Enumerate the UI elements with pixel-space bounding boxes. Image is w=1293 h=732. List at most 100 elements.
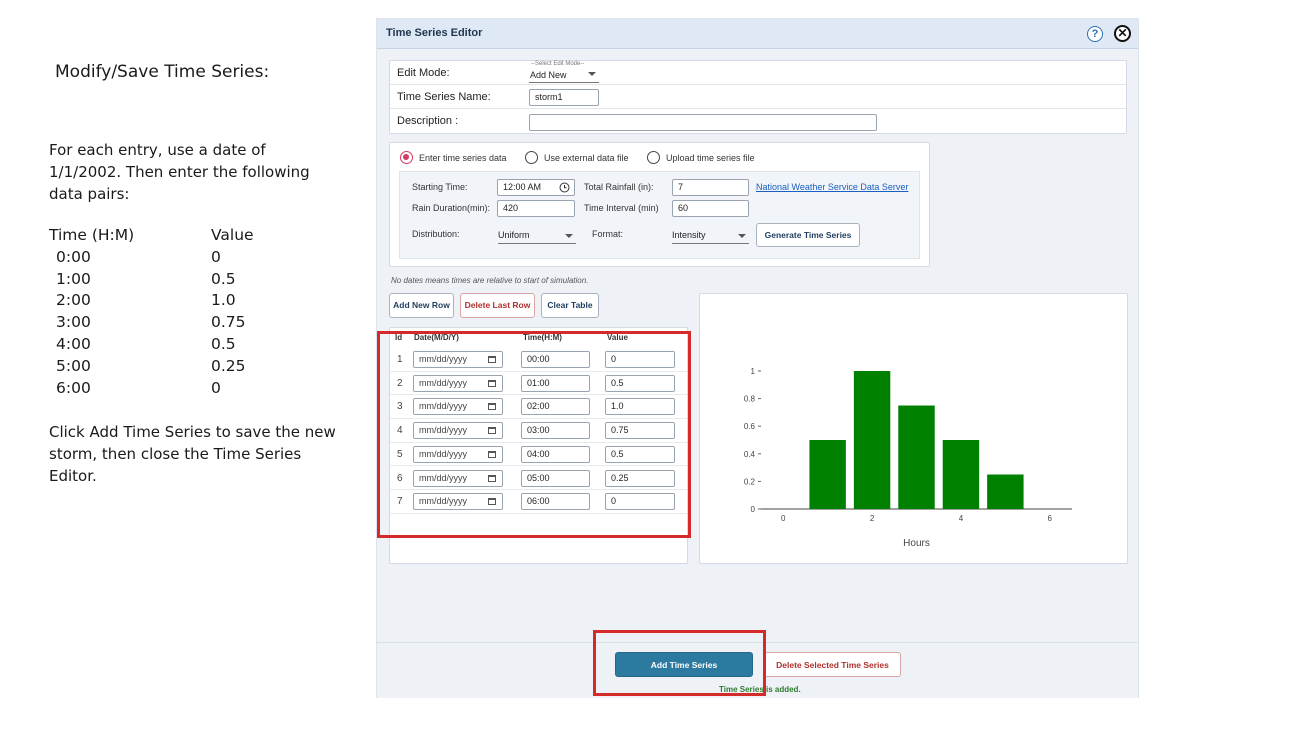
y-tick-label: 0.4 — [744, 450, 756, 459]
starting-time-value: 12:00 AM — [503, 182, 542, 192]
time-series-editor-dialog: Time Series Editor ? ✕ Edit Mode: --Sele… — [376, 18, 1139, 698]
edit-mode-label: Edit Mode: — [397, 67, 450, 79]
radio-upload-file[interactable] — [647, 151, 660, 164]
chart-bar — [898, 405, 935, 509]
pair-value: 0.25 — [211, 356, 246, 375]
instructions-pair-row: 4:00 0.5 — [49, 335, 309, 357]
radio-upload-file-label: Upload time series file — [666, 153, 755, 163]
edit-mode-row: Edit Mode: --Select Edit Mode-- Add New — [390, 61, 1126, 85]
delete-selected-time-series-button[interactable]: Delete Selected Time Series — [764, 652, 901, 677]
instructions-paragraph-1: For each entry, use a date of 1/1/2002. … — [49, 141, 310, 203]
radio-external-file-label: Use external data file — [544, 153, 629, 163]
edit-mode-value: Add New — [530, 70, 567, 80]
x-tick-label: 6 — [1048, 514, 1053, 523]
description-label: Description : — [397, 115, 459, 127]
series-parameters-panel: Starting Time: 12:00 AM Total Rainfall (… — [399, 171, 920, 259]
pair-time: 4:00 — [56, 334, 91, 353]
chart-bar — [987, 474, 1024, 509]
radio-external-file[interactable] — [525, 151, 538, 164]
pair-value: 0 — [211, 247, 221, 266]
highlight-add-button-box — [593, 630, 766, 696]
pair-value: 0.5 — [211, 269, 236, 288]
pair-value: 0 — [211, 378, 221, 397]
format-select[interactable]: Intensity — [672, 230, 749, 244]
pair-value: 1.0 — [211, 291, 236, 310]
instructions-paragraph-2: Click Add Time Series to save the new st… — [49, 423, 336, 485]
instructions-pair-row: 2:00 1.0 — [49, 291, 309, 313]
pair-time: 0:00 — [56, 247, 91, 266]
y-tick-label: 1 — [751, 367, 756, 376]
y-tick-label: 0.8 — [744, 395, 756, 404]
edit-mode-hint: --Select Edit Mode-- — [531, 61, 585, 67]
y-tick-label: 0.6 — [744, 422, 756, 431]
pair-time: 6:00 — [56, 378, 91, 397]
x-tick-label: 4 — [959, 514, 964, 523]
instructions-heading: Modify/Save Time Series: — [55, 62, 270, 82]
name-row: Time Series Name: storm1 — [390, 85, 1126, 109]
rain-duration-label: Rain Duration(min): — [412, 203, 491, 213]
x-tick-label: 2 — [870, 514, 875, 523]
help-icon[interactable]: ? — [1087, 26, 1103, 42]
rain-duration-input[interactable]: 420 — [497, 200, 575, 217]
x-tick-label: 0 — [781, 514, 786, 523]
clear-table-button[interactable]: Clear Table — [541, 293, 599, 318]
chart-bar — [942, 440, 980, 509]
instructions-pairs-table: Time (H:M) Value 0:00 0 1:00 0.5 2:00 1.0 3… — [49, 226, 309, 400]
chart-svg: 0 0.2 0.4 0.6 0.8 1 0 2 4 6 Hours — [744, 367, 1072, 549]
x-axis-label: Hours — [903, 538, 930, 549]
instructions-pair-row: 1:00 0.5 — [49, 270, 309, 292]
instructions-pair-row: 0:00 0 — [49, 248, 309, 270]
clock-icon — [559, 182, 570, 193]
chevron-down-icon — [738, 234, 746, 238]
relative-times-note: No dates means times are relative to sta… — [391, 276, 589, 285]
instructions-panel: Modify/Save Time Series: For each entry,… — [0, 0, 370, 732]
pair-value: 0.5 — [211, 334, 236, 353]
y-tick-label: 0.2 — [744, 477, 756, 486]
time-interval-label: Time Interval (min) — [584, 203, 659, 213]
distribution-value: Uniform — [498, 230, 530, 240]
radio-enter-data[interactable] — [400, 151, 413, 164]
description-row: Description : — [390, 109, 1126, 133]
starting-time-input[interactable]: 12:00 AM — [497, 179, 575, 196]
nws-data-server-link[interactable]: National Weather Service Data Server — [756, 182, 908, 192]
pair-time: 1:00 — [56, 269, 91, 288]
delete-last-row-button[interactable]: Delete Last Row — [460, 293, 535, 318]
total-rainfall-input[interactable]: 7 — [672, 179, 749, 196]
pair-time: 2:00 — [56, 291, 91, 310]
pair-value: 0.75 — [211, 313, 246, 332]
close-icon[interactable]: ✕ — [1114, 25, 1131, 42]
chevron-down-icon — [588, 72, 596, 76]
highlight-table-box — [377, 331, 691, 538]
instructions-pair-row: 3:00 0.75 — [49, 313, 309, 335]
distribution-select[interactable]: Uniform — [498, 230, 576, 244]
dialog-header: Time Series Editor ? ✕ — [377, 19, 1138, 49]
instructions-pair-row: 5:00 0.25 — [49, 357, 309, 379]
instructions-pair-row: 6:00 0 — [49, 379, 309, 401]
chart-bar — [809, 440, 846, 509]
add-new-row-button[interactable]: Add New Row — [389, 293, 454, 318]
chart-bar — [853, 371, 891, 509]
series-info-form: Edit Mode: --Select Edit Mode-- Add New … — [389, 60, 1127, 134]
time-series-name-input[interactable]: storm1 — [529, 89, 599, 106]
y-tick-label: 0 — [751, 505, 756, 514]
total-rainfall-label: Total Rainfall (in): — [584, 182, 654, 192]
time-interval-input[interactable]: 60 — [672, 200, 749, 217]
format-value: Intensity — [672, 230, 706, 240]
hyetograph-chart: 0 0.2 0.4 0.6 0.8 1 0 2 4 6 Hours — [699, 293, 1128, 564]
pair-time: 5:00 — [56, 356, 91, 375]
pairs-header-value: Value — [211, 226, 254, 244]
radio-enter-data-label: Enter time series data — [419, 153, 507, 163]
distribution-label: Distribution: — [412, 229, 460, 239]
dialog-title: Time Series Editor — [386, 27, 483, 39]
instructions-pairs-header: Time (H:M) Value — [49, 226, 309, 248]
pair-time: 3:00 — [56, 313, 91, 332]
pairs-header-time: Time (H:M) — [49, 226, 135, 244]
starting-time-label: Starting Time: — [412, 182, 468, 192]
description-input[interactable] — [529, 114, 877, 131]
data-source-form: Enter time series data Use external data… — [389, 142, 930, 267]
edit-mode-select[interactable]: --Select Edit Mode-- Add New — [529, 61, 599, 83]
name-label: Time Series Name: — [397, 91, 491, 103]
chevron-down-icon — [565, 234, 573, 238]
format-label: Format: — [592, 229, 624, 239]
generate-time-series-button[interactable]: Generate Time Series — [756, 223, 860, 247]
